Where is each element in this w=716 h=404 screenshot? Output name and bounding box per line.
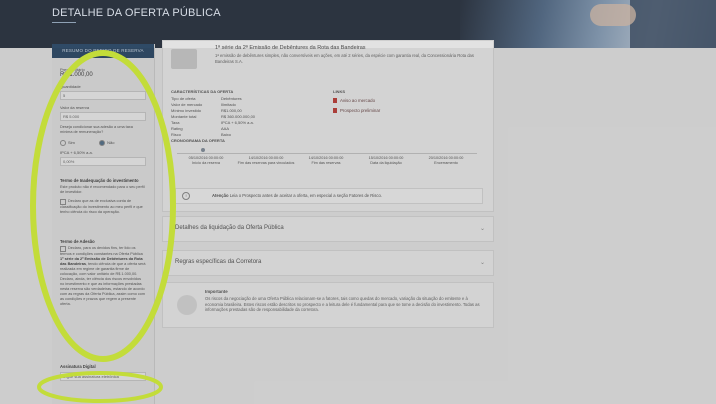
important-text: Os riscos da negociação de uma Oferta Pú… bbox=[205, 296, 480, 312]
characteristic-row: Taxa IPCA + 6,50% a.a. bbox=[171, 120, 254, 125]
link-preliminary-prospectus[interactable]: Prospecto preliminar bbox=[333, 108, 380, 114]
characteristic-row: Rating AAA bbox=[171, 126, 230, 131]
pdf-icon bbox=[333, 108, 337, 114]
prospectus-warning: ! Atenção Leia o Prospecto antes de acei… bbox=[175, 188, 483, 204]
warning-text: Leia o Prospecto antes de aceitar a ofer… bbox=[229, 193, 382, 198]
order-summary-heading: RESUMO DO PEDIDO DE RESERVA bbox=[52, 44, 154, 58]
important-notice-card: Importante Os riscos da negociação de um… bbox=[162, 282, 494, 328]
offer-info-card: 1ª série da 2ª Emissão de Debêntures da … bbox=[162, 40, 494, 212]
timeline-item: 05/10/2016 00:00:00 Início da reserva bbox=[188, 156, 224, 165]
accordion-settlement-label: Detalhes da liquidação da Oferta Pública bbox=[175, 225, 284, 231]
important-icon bbox=[177, 295, 197, 315]
min-rate-input[interactable]: 0,00% bbox=[60, 157, 146, 166]
characteristics-title: CARACTERÍSTICAS DA OFERTA bbox=[171, 89, 234, 94]
min-rate-question: Deseja condicionar sua adesão a uma taxa… bbox=[60, 125, 133, 134]
adhesion-text-2: , tendo ciência de que a oferta será rea… bbox=[60, 262, 146, 306]
characteristic-row: Risco Baixo bbox=[171, 132, 232, 137]
link-market-notice[interactable]: Aviso ao mercado bbox=[333, 98, 375, 104]
timeline-line bbox=[177, 153, 477, 154]
offer-logo-icon bbox=[171, 49, 197, 69]
digital-signature-title: Assinatura Digital bbox=[60, 364, 96, 369]
timeline-item: 14/10/2016 00:00:00 Fim das reservas para… bbox=[237, 156, 295, 165]
accordion-broker-rules[interactable]: Regras específicas da Corretora ⌄ bbox=[162, 250, 494, 276]
chevron-down-icon: ⌄ bbox=[479, 260, 485, 266]
adequacy-checkbox-label: Declaro que as de exclusiva conta de cla… bbox=[60, 199, 143, 214]
radio-no[interactable] bbox=[99, 140, 106, 146]
reserve-value-label: Valor da reserva bbox=[60, 105, 90, 110]
adhesion-term-text: Declaro, para os devidos fins, ter lido … bbox=[60, 246, 146, 307]
timeline-current-dot bbox=[201, 148, 205, 152]
pdf-icon bbox=[333, 98, 337, 104]
accordion-broker-rules-label: Regras específicas da Corretora bbox=[175, 259, 262, 265]
rate-reference: IPCA + 6,50% a.a. bbox=[60, 150, 93, 155]
characteristic-row: Mínimo investido R$1.000,00 bbox=[171, 108, 242, 113]
info-icon: ! bbox=[182, 192, 190, 200]
adequacy-term-title: Termo de Inadequação do investimento bbox=[60, 178, 139, 183]
characteristic-row: Valor de mercado Ilimitado bbox=[171, 102, 236, 107]
warning-label: Atenção bbox=[212, 193, 229, 198]
quantity-input[interactable]: 5 bbox=[60, 91, 146, 100]
timeline-title: CRONOGRAMA DA OFERTA bbox=[171, 138, 225, 143]
title-underline bbox=[52, 22, 76, 23]
order-summary-panel: RESUMO DO PEDIDO DE RESERVA Preço unitár… bbox=[52, 44, 155, 404]
digital-signature-input[interactable]: Digite sua assinatura eletrônica bbox=[60, 372, 146, 381]
radio-yes-label: Sim bbox=[68, 140, 75, 146]
quantity-label: Quantidade bbox=[60, 84, 81, 89]
links-title: LINKS bbox=[333, 89, 345, 94]
min-rate-radio-group: Sim Não bbox=[60, 140, 114, 146]
radio-no-label: Não bbox=[107, 140, 115, 146]
characteristic-row: Montante total R$ 360.000.000,00 bbox=[171, 114, 256, 119]
unit-price-value: R$ 1.000,00 bbox=[60, 72, 93, 78]
adhesion-term-title: Termo de Adesão bbox=[60, 239, 95, 244]
adhesion-text-1: Declaro, para os devidos fins, ter lido … bbox=[60, 246, 143, 256]
characteristic-row: Tipo de oferta Debêntures bbox=[171, 96, 242, 101]
adequacy-term-text: Este produto não é recomendado para o se… bbox=[60, 185, 145, 194]
adequacy-term-checkbox-row: Declaro que as de exclusiva conta de cla… bbox=[60, 199, 146, 215]
offer-description: 1ª emissão de debêntures simples, não co… bbox=[215, 53, 474, 64]
chevron-down-icon: ⌄ bbox=[479, 226, 485, 232]
timeline-item: 15/10/2016 00:00:00 Data da liquidação bbox=[368, 156, 404, 165]
reserve-value-input[interactable]: R$ 5.000 bbox=[60, 112, 146, 121]
important-title: Importante bbox=[205, 289, 228, 294]
offer-title: 1ª série da 2ª Emissão de Debêntures da … bbox=[215, 45, 366, 51]
timeline-item: 20/10/2016 00:00:00 Encerramento bbox=[428, 156, 464, 165]
header-photo-hand bbox=[590, 4, 636, 26]
accordion-settlement[interactable]: Detalhes da liquidação da Oferta Pública… bbox=[162, 216, 494, 242]
radio-yes[interactable] bbox=[60, 140, 66, 146]
timeline-item: 14/10/2016 00:00:00 Fim das reservas bbox=[308, 156, 344, 165]
page-title: DETALHE DA OFERTA PÚBLICA bbox=[52, 7, 221, 19]
header-photo-person bbox=[630, 0, 716, 48]
